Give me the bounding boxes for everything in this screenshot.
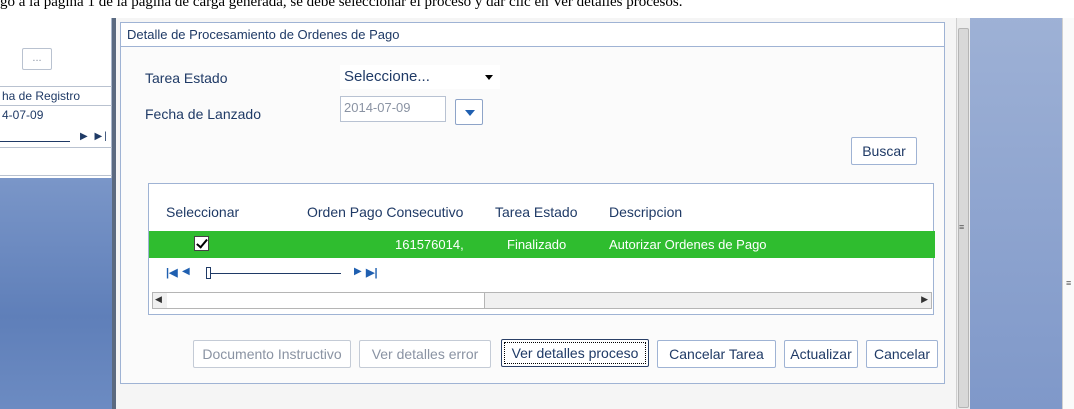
- tarea-estado-select[interactable]: Seleccione...: [340, 65, 500, 89]
- buscar-button[interactable]: Buscar: [851, 137, 917, 165]
- next-page-icon[interactable]: ▶: [354, 266, 362, 277]
- scroll-grip-icon: ≡: [959, 222, 965, 232]
- fecha-lanzado-input[interactable]: 2014-07-09: [340, 96, 446, 122]
- cell-descripcion: Autorizar Ordenes de Pago: [609, 237, 767, 252]
- background-page-left: 2014-07-09 ... ha de Registro 4-07-09 ▶ …: [0, 0, 112, 409]
- results-grid: Seleccionar Orden Pago Consecutivo Tarea…: [148, 183, 935, 315]
- background-column-header: ha de Registro: [0, 86, 112, 106]
- column-header-tarea-estado: Tarea Estado: [495, 204, 578, 220]
- cell-orden: 161576014,: [395, 237, 464, 252]
- page-scrollbar[interactable]: ≡: [1062, 0, 1074, 409]
- last-page-icon[interactable]: ▶|: [366, 266, 378, 279]
- table-row[interactable]: 161576014, Finalizado Autorizar Ordenes …: [149, 231, 935, 258]
- dialog-scroll-thumb[interactable]: [958, 28, 969, 408]
- pager-track[interactable]: [211, 273, 341, 274]
- tarea-estado-label: Tarea Estado: [145, 70, 228, 86]
- next-last-icon[interactable]: ▶ ▶|: [80, 131, 109, 142]
- row-select-checkbox[interactable]: [194, 236, 209, 251]
- dialog-scrollbar[interactable]: ▲ ≡: [956, 0, 970, 409]
- ver-detalles-proceso-button[interactable]: Ver detalles proceso: [501, 339, 649, 367]
- column-header-descripcion: Descripcion: [609, 204, 683, 220]
- horizontal-scroll-thumb[interactable]: [167, 293, 485, 308]
- fecha-lanzado-label: Fecha de Lanzado: [145, 106, 261, 122]
- grid-horizontal-scrollbar[interactable]: ◀ ▶: [152, 292, 932, 309]
- background-pager[interactable]: ▶ ▶|: [0, 128, 112, 148]
- background-pager-track: [0, 141, 70, 142]
- background-page-right: ≡: [966, 0, 1074, 409]
- cancelar-button[interactable]: Cancelar: [866, 340, 938, 368]
- document-text-strip: go a la página 1 de la página de carga g…: [0, 0, 1074, 18]
- scroll-grip-icon: ≡: [1066, 278, 1072, 288]
- ellipsis-button[interactable]: ...: [22, 48, 52, 70]
- background-date-value: 4-07-09: [2, 108, 44, 122]
- tarea-estado-value: Seleccione...: [344, 68, 430, 85]
- panel-title: Detalle de Procesamiento de Ordenes de P…: [121, 23, 944, 47]
- dropdown-caret-icon: [485, 75, 493, 80]
- background-overlay: [0, 178, 112, 409]
- actualizar-button[interactable]: Actualizar: [784, 340, 858, 368]
- scroll-left-icon[interactable]: ◀: [155, 294, 162, 305]
- grid-pager: |◀ ◀ ▶ ▶|: [166, 264, 378, 284]
- first-page-icon[interactable]: |◀: [166, 266, 178, 279]
- column-header-seleccionar: Seleccionar: [166, 204, 240, 220]
- column-header-orden: Orden Pago Consecutivo: [307, 204, 464, 220]
- prev-page-icon[interactable]: ◀: [182, 266, 190, 277]
- cancelar-tarea-button[interactable]: Cancelar Tarea: [657, 340, 776, 368]
- ver-detalles-error-button[interactable]: Ver detalles error: [359, 340, 491, 368]
- detail-panel: Detalle de Procesamiento de Ordenes de P…: [120, 22, 945, 384]
- chevron-down-icon: [465, 110, 475, 116]
- background-row: [0, 150, 112, 176]
- document-text: go a la página 1 de la página de carga g…: [0, 0, 683, 10]
- cell-estado: Finalizado: [507, 237, 567, 252]
- scroll-right-icon[interactable]: ▶: [921, 294, 928, 305]
- date-picker-button[interactable]: [455, 99, 483, 125]
- documento-instructivo-button[interactable]: Documento Instructivo: [193, 340, 351, 368]
